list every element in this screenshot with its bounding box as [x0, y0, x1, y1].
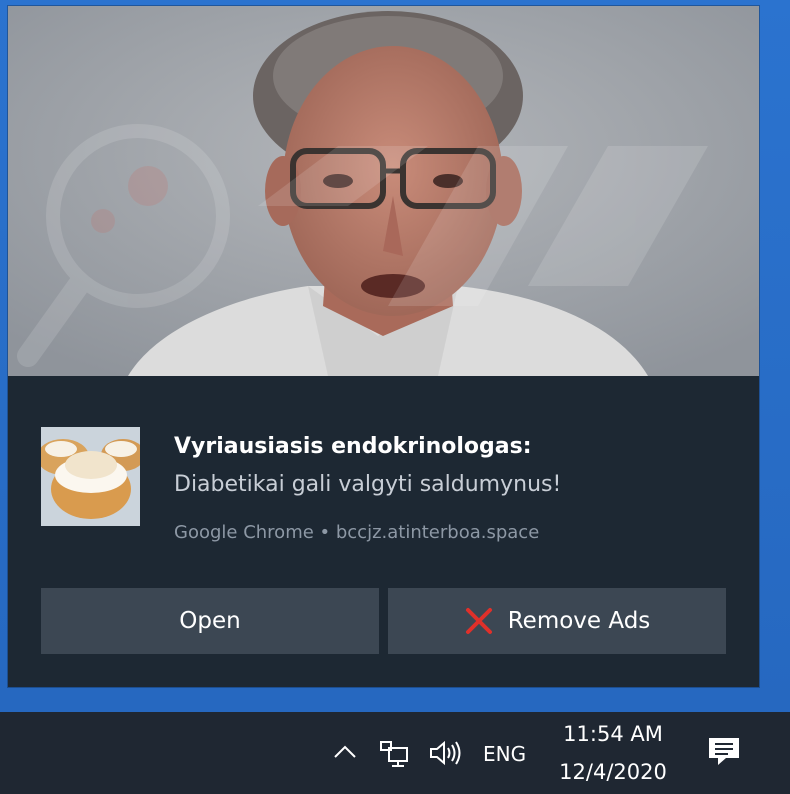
- red-x-icon: [464, 606, 494, 636]
- volume-icon[interactable]: [427, 736, 463, 770]
- notification-attribution: Google Chrome • bccjz.atinterboa.space: [174, 522, 540, 543]
- chevron-up-icon[interactable]: [331, 738, 359, 766]
- notification-thumbnail: [41, 427, 140, 526]
- network-icon[interactable]: [377, 736, 411, 770]
- action-center-icon[interactable]: [706, 734, 742, 770]
- clock-date[interactable]: 12/4/2020: [548, 760, 678, 784]
- notification-title: Vyriausiasis endokrinologas:: [174, 434, 532, 459]
- remove-ads-button[interactable]: Remove Ads: [388, 588, 726, 654]
- language-indicator[interactable]: ENG: [483, 742, 526, 766]
- remove-ads-label: Remove Ads: [507, 608, 651, 634]
- taskbar: ENG 11:54 AM 12/4/2020: [0, 712, 790, 794]
- hero-image: [8, 6, 759, 376]
- open-button[interactable]: Open: [41, 588, 379, 654]
- toast-notification[interactable]: Vyriausiasis endokrinologas: Diabetikai …: [8, 6, 759, 687]
- notification-body: Vyriausiasis endokrinologas: Diabetikai …: [8, 376, 759, 687]
- open-button-label: Open: [179, 608, 241, 634]
- clock-time[interactable]: 11:54 AM: [548, 722, 678, 746]
- notification-message: Diabetikai gali valgyti saldumynus!: [174, 472, 562, 497]
